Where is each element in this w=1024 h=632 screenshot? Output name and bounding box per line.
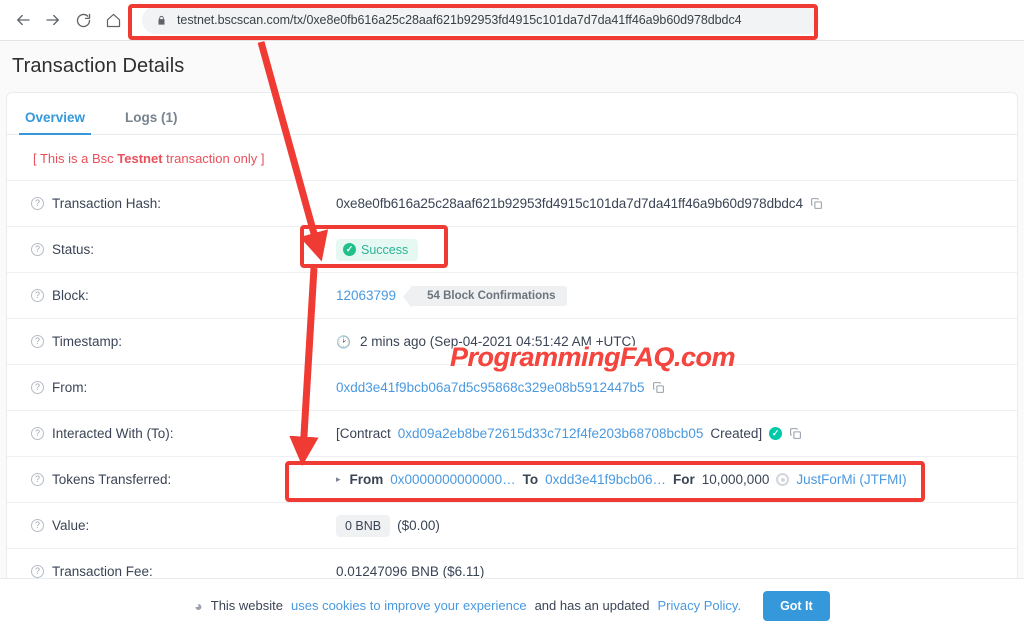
- row-label-interacted-with: ? Interacted With (To):: [31, 426, 336, 441]
- screenshot-root: testnet.bscscan.com/tx/0xe8e0fb616a25c28…: [0, 0, 1024, 632]
- label-text: Interacted With (To):: [52, 426, 174, 441]
- token-for-label: For: [673, 472, 695, 487]
- browser-toolbar: testnet.bscscan.com/tx/0xe8e0fb616a25c28…: [0, 0, 1024, 41]
- row-label-transaction-hash: ? Transaction Hash:: [31, 196, 336, 211]
- status-badge: ✓ Success: [336, 238, 419, 261]
- testnet-notice-emphasis: Testnet: [117, 151, 163, 166]
- help-icon[interactable]: ?: [31, 519, 44, 532]
- copy-icon[interactable]: [810, 197, 823, 210]
- row-label-tokens-transferred: ? Tokens Transferred:: [31, 472, 336, 487]
- label-text: Value:: [52, 518, 90, 533]
- help-icon[interactable]: ?: [31, 197, 44, 210]
- token-from-address-link[interactable]: 0x0000000000000…: [390, 472, 515, 487]
- help-icon[interactable]: ?: [31, 243, 44, 256]
- address-bar-url[interactable]: testnet.bscscan.com/tx/0xe8e0fb616a25c28…: [177, 13, 742, 27]
- back-arrow-icon[interactable]: [8, 5, 38, 35]
- cookie-icon: ◕: [194, 597, 203, 614]
- cookie-text-2: and has an updated: [534, 598, 650, 613]
- token-from-label: From: [349, 472, 384, 487]
- copy-icon[interactable]: [652, 381, 665, 394]
- expand-caret-icon[interactable]: ▸: [336, 474, 341, 485]
- clock-icon: 🕑: [336, 334, 351, 349]
- row-label-value: ? Value:: [31, 518, 336, 533]
- cookie-text-1: This website: [210, 598, 283, 613]
- row-value-status: ✓ Success: [336, 238, 1017, 261]
- help-icon[interactable]: ?: [31, 473, 44, 486]
- copy-icon[interactable]: [789, 427, 802, 440]
- help-icon[interactable]: ?: [31, 381, 44, 394]
- timestamp-value: 2 mins ago (Sep-04-2021 04:51:42 AM +UTC…: [359, 334, 636, 349]
- row-label-status: ? Status:: [31, 242, 336, 257]
- value-chip: 0 BNB: [336, 514, 391, 537]
- block-confirmations-chip: 54 Block Confirmations: [403, 285, 567, 308]
- got-it-button[interactable]: Got It: [763, 590, 830, 621]
- row-label-block: ? Block:: [31, 288, 336, 303]
- label-text: Transaction Hash:: [52, 196, 162, 211]
- transaction-card: Overview Logs (1) [ This is a Bsc Testne…: [6, 92, 1018, 595]
- value-usd: ($0.00): [397, 518, 440, 533]
- row-label-transaction-fee: ? Transaction Fee:: [31, 564, 336, 579]
- status-badge-label: Success: [361, 242, 409, 257]
- testnet-notice-prefix: [ This is a Bsc: [33, 151, 118, 166]
- page-body: Transaction Details Overview Logs (1) [ …: [0, 41, 1024, 632]
- row-value-interacted-with: [Contract 0xd09a2eb8be72615d33c712f4fe20…: [336, 426, 1017, 441]
- row-value-transaction-fee: 0.01247096 BNB ($6.11): [336, 564, 1017, 579]
- contract-address-link[interactable]: 0xd09a2eb8be72615d33c712f4fe203b68708bcb…: [398, 426, 704, 441]
- block-number-link[interactable]: 12063799: [336, 288, 396, 303]
- contract-prefix: [Contract: [336, 426, 391, 441]
- label-text: Timestamp:: [52, 334, 123, 349]
- verified-check-icon: ✓: [769, 427, 783, 440]
- row-label-timestamp: ? Timestamp:: [31, 334, 336, 349]
- home-icon[interactable]: [98, 5, 128, 35]
- label-text: Tokens Transferred:: [52, 472, 172, 487]
- page-title: Transaction Details: [12, 55, 185, 77]
- row-status: ? Status: ✓ Success: [7, 226, 1017, 272]
- transaction-fee-value: 0.01247096 BNB ($6.11): [336, 564, 485, 579]
- testnet-notice: [ This is a Bsc Testnet transaction only…: [7, 135, 1017, 180]
- label-text: Status:: [52, 242, 95, 257]
- help-icon[interactable]: ?: [31, 335, 44, 348]
- help-icon[interactable]: ?: [31, 427, 44, 440]
- token-to-address-link[interactable]: 0xdd3e41f9bcb06…: [545, 472, 666, 487]
- from-address-link[interactable]: 0xdd3e41f9bcb06a7d5c95868c329e08b5912447…: [336, 380, 645, 395]
- row-timestamp: ? Timestamp: 🕑 2 mins ago (Sep-04-2021 0…: [7, 318, 1017, 364]
- row-label-from: ? From:: [31, 380, 336, 395]
- lock-icon: [156, 14, 167, 27]
- reload-icon[interactable]: [68, 5, 98, 35]
- row-from: ? From: 0xdd3e41f9bcb06a7d5c95868c329e08…: [7, 364, 1017, 410]
- tab-logs[interactable]: Logs (1): [119, 110, 184, 134]
- row-block: ? Block: 12063799 54 Block Confirmations: [7, 272, 1017, 318]
- tab-overview[interactable]: Overview: [19, 110, 92, 135]
- row-value-value: 0 BNB ($0.00): [336, 514, 1017, 537]
- token-name-link[interactable]: JustForMi (JTFMI): [796, 472, 906, 487]
- label-text: Transaction Fee:: [52, 564, 153, 579]
- token-circle-icon: [776, 473, 790, 486]
- label-text: From:: [52, 380, 88, 395]
- row-value-transaction-hash: 0xe8e0fb616a25c28aaf621b92953fd4915c101d…: [336, 196, 1017, 211]
- row-tokens-transferred: ? Tokens Transferred: ▸ From 0x000000000…: [7, 456, 1017, 502]
- cookie-link-privacy-policy[interactable]: Privacy Policy.: [658, 598, 742, 613]
- help-icon[interactable]: ?: [31, 289, 44, 302]
- row-value-from: 0xdd3e41f9bcb06a7d5c95868c329e08b5912447…: [336, 380, 1017, 395]
- forward-arrow-icon[interactable]: [38, 5, 68, 35]
- cookie-consent-bar: ◕ This website uses cookies to improve y…: [0, 578, 1024, 632]
- row-interacted-with: ? Interacted With (To): [Contract 0xd09a…: [7, 410, 1017, 456]
- testnet-notice-suffix: transaction only ]: [162, 151, 265, 166]
- address-bar[interactable]: testnet.bscscan.com/tx/0xe8e0fb616a25c28…: [142, 6, 819, 34]
- cookie-link-uses-cookies[interactable]: uses cookies to improve your experience: [291, 598, 527, 613]
- check-circle-icon: ✓: [343, 243, 356, 256]
- token-amount: 10,000,000: [701, 472, 770, 487]
- row-value-tokens-transferred: ▸ From 0x0000000000000… To 0xdd3e41f9bcb…: [336, 472, 1017, 487]
- label-text: Block:: [52, 288, 89, 303]
- tab-bar: Overview Logs (1): [7, 93, 1017, 135]
- contract-suffix: Created]: [710, 426, 763, 441]
- row-transaction-hash: ? Transaction Hash: 0xe8e0fb616a25c28aaf…: [7, 180, 1017, 226]
- row-value-block: 12063799 54 Block Confirmations: [336, 285, 1017, 308]
- transaction-hash-value: 0xe8e0fb616a25c28aaf621b92953fd4915c101d…: [336, 196, 803, 211]
- row-value: ? Value: 0 BNB ($0.00): [7, 502, 1017, 548]
- help-icon[interactable]: ?: [31, 565, 44, 578]
- row-value-timestamp: 🕑 2 mins ago (Sep-04-2021 04:51:42 AM +U…: [336, 334, 1017, 349]
- token-to-label: To: [522, 472, 539, 487]
